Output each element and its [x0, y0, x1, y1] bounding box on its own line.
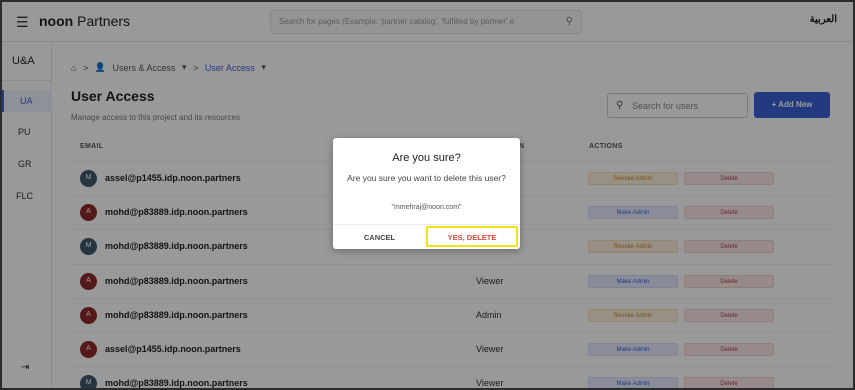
- confirm-delete-dialog: Are you sure? Are you sure you want to d…: [333, 138, 520, 249]
- dialog-email: "mmehraj@noon.com": [391, 204, 462, 211]
- dialog-title: Are you sure?: [392, 152, 461, 164]
- app-window: ☰ noon Partners Search for pages (Exampl…: [2, 2, 853, 388]
- confirm-delete-button[interactable]: YES, DELETE: [426, 226, 518, 247]
- dialog-message: Are you sure you want to delete this use…: [347, 173, 506, 183]
- dialog-divider: [333, 224, 520, 225]
- cancel-button[interactable]: CANCEL: [333, 226, 426, 249]
